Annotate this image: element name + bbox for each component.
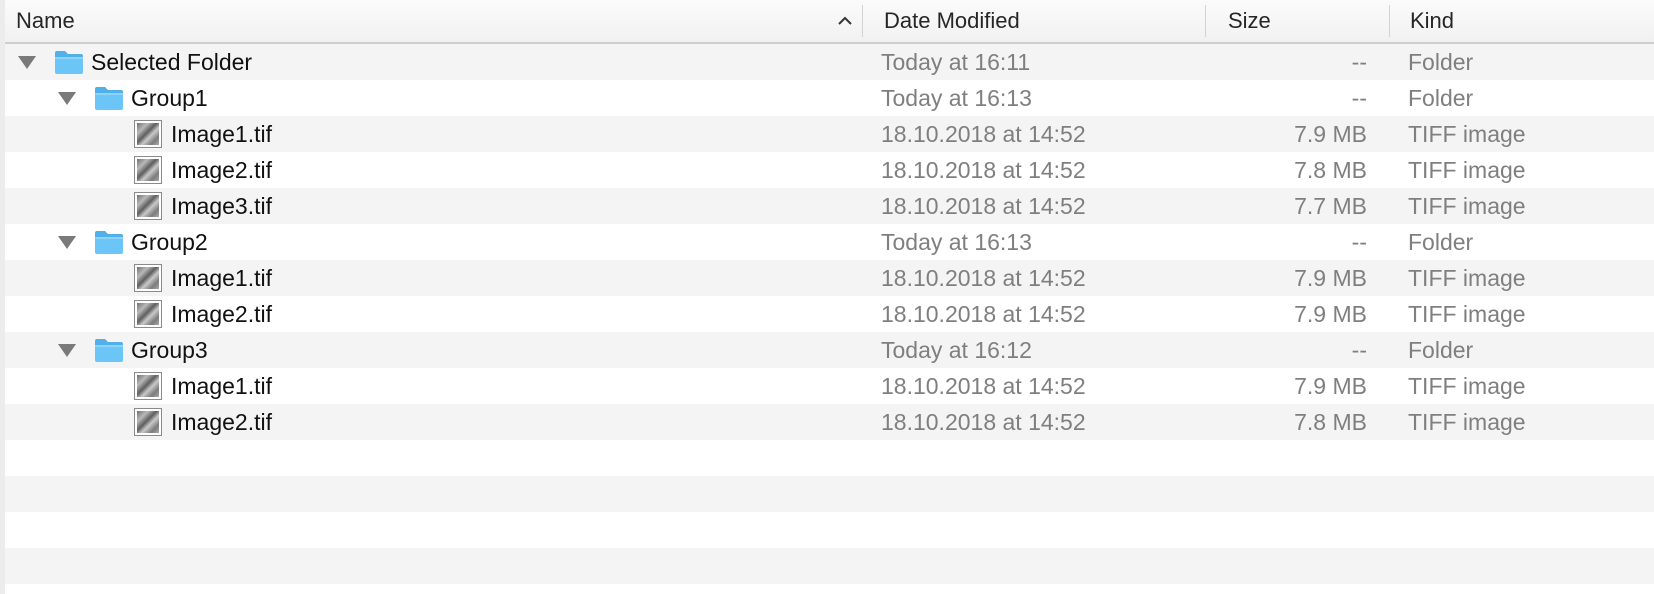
item-size: -- [1351, 49, 1367, 75]
column-divider[interactable] [1205, 5, 1206, 37]
column-header-name[interactable]: Name [16, 0, 75, 42]
item-date-modified: Today at 16:13 [881, 85, 1032, 111]
file-row[interactable]: Image2.tif 18.10.2018 at 14:52 7.8 MB TIFF … [5, 404, 1654, 440]
item-name: Image1.tif [171, 121, 272, 147]
folder-row[interactable]: Group3 Today at 16:12 -- Folder [5, 332, 1654, 368]
item-size: 7.8 MB [1294, 409, 1367, 435]
item-kind: TIFF image [1408, 265, 1526, 291]
empty-row [5, 440, 1654, 476]
item-kind: TIFF image [1408, 157, 1526, 183]
image-thumbnail [137, 375, 159, 397]
column-divider[interactable] [1389, 5, 1390, 37]
item-name: Selected Folder [91, 49, 253, 75]
item-size: -- [1351, 337, 1367, 363]
image-thumbnail [137, 411, 159, 433]
image-thumbnail [137, 267, 159, 289]
item-date-modified: 18.10.2018 at 14:52 [881, 157, 1086, 183]
image-thumbnail [137, 195, 159, 217]
column-header-bar: Name Date Modified Size Kind [5, 0, 1654, 44]
item-date-modified: Today at 16:13 [881, 229, 1032, 255]
file-row[interactable]: Image2.tif 18.10.2018 at 14:52 7.8 MB TIFF … [5, 152, 1654, 188]
column-header-date-modified[interactable]: Date Modified [884, 0, 1020, 42]
item-date-modified: 18.10.2018 at 14:52 [881, 193, 1086, 219]
folder-icon [55, 51, 83, 74]
folder-row[interactable]: Group2 Today at 16:13 -- Folder [5, 224, 1654, 260]
item-kind: Folder [1408, 229, 1474, 255]
item-name: Group3 [131, 337, 208, 363]
item-kind: Folder [1408, 85, 1474, 111]
item-kind: TIFF image [1408, 193, 1526, 219]
item-size: 7.9 MB [1294, 265, 1367, 291]
tiff-image-icon [134, 300, 162, 328]
item-size: -- [1351, 85, 1367, 111]
tiff-image-icon [134, 408, 162, 436]
empty-row [5, 512, 1654, 548]
item-name: Image1.tif [171, 373, 272, 399]
item-kind: TIFF image [1408, 301, 1526, 327]
item-date-modified: 18.10.2018 at 14:52 [881, 265, 1086, 291]
item-name: Image1.tif [171, 265, 272, 291]
item-date-modified: Today at 16:11 [881, 49, 1031, 75]
tiff-image-icon [134, 264, 162, 292]
empty-row [5, 476, 1654, 512]
file-list: Selected Folder Today at 16:11 -- Folder Gro… [5, 44, 1654, 584]
item-name: Group2 [131, 229, 208, 255]
disclosure-triangle-down-icon[interactable] [57, 91, 77, 106]
item-size: -- [1351, 229, 1367, 255]
item-name: Image2.tif [171, 409, 272, 435]
item-date-modified: 18.10.2018 at 14:52 [881, 409, 1086, 435]
folder-row[interactable]: Group1 Today at 16:13 -- Folder [5, 80, 1654, 116]
disclosure-triangle-down-icon[interactable] [57, 235, 77, 250]
finder-list-view: Name Date Modified Size Kind Selected Fo… [0, 0, 1654, 594]
folder-icon [95, 231, 123, 254]
chevron-up-icon[interactable] [834, 10, 856, 32]
empty-row [5, 548, 1654, 584]
item-size: 7.9 MB [1294, 373, 1367, 399]
file-row[interactable]: Image1.tif 18.10.2018 at 14:52 7.9 MB TIFF … [5, 368, 1654, 404]
image-thumbnail [137, 159, 159, 181]
file-row[interactable]: Image1.tif 18.10.2018 at 14:52 7.9 MB TIFF … [5, 260, 1654, 296]
item-size: 7.9 MB [1294, 301, 1367, 327]
item-kind: TIFF image [1408, 409, 1526, 435]
tiff-image-icon [134, 156, 162, 184]
file-row[interactable]: Image2.tif 18.10.2018 at 14:52 7.9 MB TIFF … [5, 296, 1654, 332]
item-name: Image2.tif [171, 157, 272, 183]
item-date-modified: Today at 16:12 [881, 337, 1032, 363]
item-kind: TIFF image [1408, 121, 1526, 147]
tiff-image-icon [134, 120, 162, 148]
folder-icon [95, 339, 123, 362]
item-name: Group1 [131, 85, 208, 111]
item-date-modified: 18.10.2018 at 14:52 [881, 301, 1086, 327]
item-kind: Folder [1408, 49, 1474, 75]
item-size: 7.7 MB [1294, 193, 1367, 219]
item-size: 7.9 MB [1294, 121, 1367, 147]
item-date-modified: 18.10.2018 at 14:52 [881, 373, 1086, 399]
item-date-modified: 18.10.2018 at 14:52 [881, 121, 1086, 147]
disclosure-triangle-down-icon[interactable] [57, 343, 77, 358]
tiff-image-icon [134, 192, 162, 220]
image-thumbnail [137, 123, 159, 145]
file-row[interactable]: Image3.tif 18.10.2018 at 14:52 7.7 MB TIFF … [5, 188, 1654, 224]
item-name: Image3.tif [171, 193, 272, 219]
tiff-image-icon [134, 372, 162, 400]
image-thumbnail [137, 303, 159, 325]
folder-icon [95, 87, 123, 110]
column-header-kind[interactable]: Kind [1410, 0, 1454, 42]
disclosure-triangle-down-icon[interactable] [17, 55, 37, 70]
item-kind: TIFF image [1408, 373, 1526, 399]
folder-row[interactable]: Selected Folder Today at 16:11 -- Folder [5, 44, 1654, 80]
item-kind: Folder [1408, 337, 1474, 363]
item-name: Image2.tif [171, 301, 272, 327]
file-row[interactable]: Image1.tif 18.10.2018 at 14:52 7.9 MB TIFF … [5, 116, 1654, 152]
column-header-size[interactable]: Size [1228, 0, 1271, 42]
column-divider[interactable] [862, 5, 863, 37]
item-size: 7.8 MB [1294, 157, 1367, 183]
